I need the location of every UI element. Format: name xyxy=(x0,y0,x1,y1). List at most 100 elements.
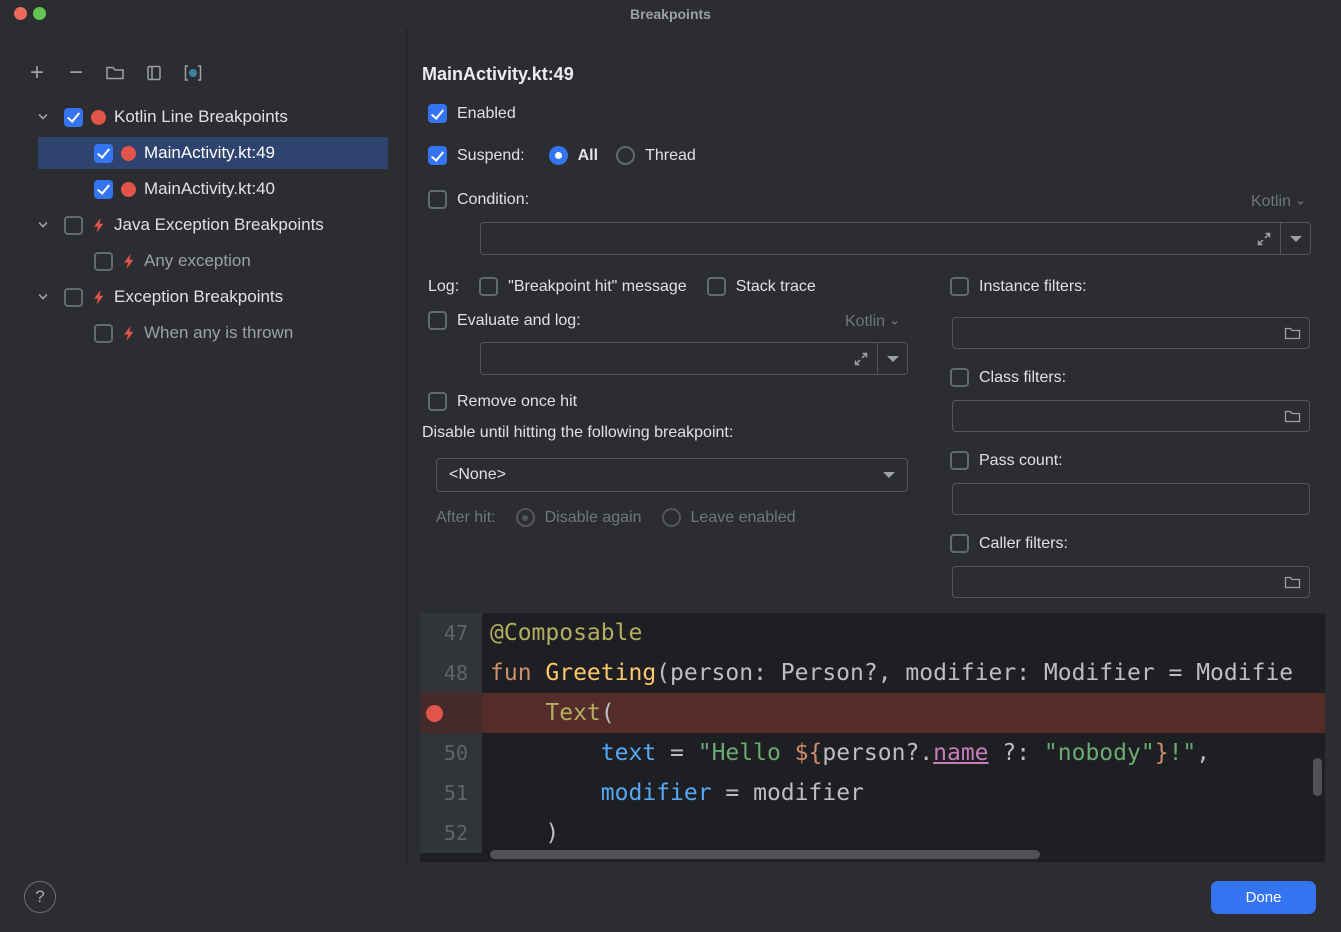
gutter-line-number[interactable]: 52 xyxy=(420,813,482,853)
checkbox[interactable] xyxy=(94,180,113,199)
pass-count-checkbox[interactable] xyxy=(950,451,969,470)
instance-filters-input[interactable] xyxy=(953,318,1284,348)
remove-once-hit-checkbox[interactable] xyxy=(428,392,447,411)
code-line: 51 modifier = modifier xyxy=(420,773,1325,813)
evaluate-language-selector[interactable]: Kotlin xyxy=(845,313,899,331)
folder-icon[interactable] xyxy=(1284,575,1301,590)
caller-filters-input[interactable] xyxy=(953,567,1284,597)
code-line-text: modifier = modifier xyxy=(482,773,864,813)
tree-group-exception-breakpoints[interactable]: Exception Breakpoints xyxy=(0,279,406,315)
evaluate-row: Evaluate and log: xyxy=(428,311,581,330)
disable-until-label: Disable until hitting the following brea… xyxy=(422,424,733,442)
caller-filters-label: Caller filters: xyxy=(979,535,1068,553)
folder-icon[interactable] xyxy=(1284,409,1301,424)
checkbox[interactable] xyxy=(64,216,83,235)
tree-item-label: When any is thrown xyxy=(144,323,293,343)
checkbox[interactable] xyxy=(64,108,83,127)
tree-item-when-any-is-thrown[interactable]: When any is thrown xyxy=(0,315,406,351)
group-by-class-button[interactable] xyxy=(182,62,204,84)
disable-again-label: Disable again xyxy=(545,509,642,527)
done-button[interactable]: Done xyxy=(1211,881,1316,914)
breakpoints-tree: Kotlin Line Breakpoints MainActivity.kt:… xyxy=(0,99,406,351)
disable-again-radio[interactable] xyxy=(516,508,535,527)
pass-count-field xyxy=(952,483,1310,515)
class-filters-checkbox[interactable] xyxy=(950,368,969,387)
caller-filters-checkbox[interactable] xyxy=(950,534,969,553)
code-preview-editor: 47@Composable48fun Greeting(person: Pers… xyxy=(420,613,1325,862)
tree-item-label: Java Exception Breakpoints xyxy=(114,215,324,235)
instance-filters-checkbox[interactable] xyxy=(950,277,969,296)
tree-group-kotlin-line-breakpoints[interactable]: Kotlin Line Breakpoints xyxy=(0,99,406,135)
gutter-line-number[interactable]: 47 xyxy=(420,613,482,653)
condition-checkbox[interactable] xyxy=(428,190,447,209)
suspend-thread-label: Thread xyxy=(645,147,696,165)
exception-bolt-icon xyxy=(121,253,136,270)
log-message-checkbox[interactable] xyxy=(479,277,498,296)
enabled-row: Enabled xyxy=(428,104,516,123)
group-by-file-button[interactable] xyxy=(104,62,126,84)
checkbox[interactable] xyxy=(94,324,113,343)
gutter-line-number[interactable]: 51 xyxy=(420,773,482,813)
pass-count-input[interactable] xyxy=(953,484,1309,514)
expand-icon[interactable] xyxy=(853,351,869,367)
exception-bolt-icon xyxy=(91,217,106,234)
chevron-down-icon[interactable] xyxy=(36,218,50,232)
suspend-all-label: All xyxy=(578,147,598,165)
tree-item-mainactivity-40[interactable]: MainActivity.kt:40 xyxy=(0,171,406,207)
suspend-all-radio[interactable] xyxy=(549,146,568,165)
breakpoint-dot-icon xyxy=(121,146,136,161)
stack-trace-label: Stack trace xyxy=(736,278,816,296)
condition-field xyxy=(481,223,1280,254)
evaluate-history-dropdown-button[interactable] xyxy=(877,343,907,374)
gutter-line-number[interactable] xyxy=(420,693,482,733)
leave-enabled-radio[interactable] xyxy=(662,508,681,527)
folder-icon[interactable] xyxy=(1284,326,1301,341)
disable-until-dropdown[interactable]: <None> xyxy=(436,458,908,492)
caller-filters-row: Caller filters: xyxy=(950,534,1068,553)
horizontal-scrollbar[interactable] xyxy=(490,850,1040,859)
log-message-label: "Breakpoint hit" message xyxy=(508,278,687,296)
add-breakpoint-button[interactable]: + xyxy=(26,62,48,84)
gutter-line-number[interactable]: 48 xyxy=(420,653,482,693)
stack-trace-checkbox[interactable] xyxy=(707,277,726,296)
evaluate-field-combo xyxy=(480,342,908,375)
tree-item-label: Any exception xyxy=(144,251,251,271)
checkbox[interactable] xyxy=(94,144,113,163)
suspend-checkbox[interactable] xyxy=(428,146,447,165)
group-by-package-button[interactable] xyxy=(143,62,165,84)
vertical-scrollbar[interactable] xyxy=(1313,758,1322,796)
class-filters-label: Class filters: xyxy=(979,369,1066,387)
chevron-down-icon[interactable] xyxy=(36,290,50,304)
disable-until-value: <None> xyxy=(449,466,506,484)
evaluate-label: Evaluate and log: xyxy=(457,312,581,330)
code-line: 52 ) xyxy=(420,813,1325,853)
enabled-checkbox[interactable] xyxy=(428,104,447,123)
gutter-line-number[interactable]: 50 xyxy=(420,733,482,773)
condition-input[interactable] xyxy=(481,223,1280,254)
breakpoint-dot-icon[interactable] xyxy=(426,705,443,722)
log-row: Log: "Breakpoint hit" message Stack trac… xyxy=(428,277,816,296)
evaluate-input[interactable] xyxy=(481,343,877,374)
tree-item-mainactivity-49[interactable]: MainActivity.kt:49 xyxy=(0,135,406,171)
checkbox[interactable] xyxy=(64,288,83,307)
remove-breakpoint-button[interactable]: − xyxy=(65,62,87,84)
checkbox[interactable] xyxy=(94,252,113,271)
breakpoint-dot-icon xyxy=(121,182,136,197)
class-filters-row: Class filters: xyxy=(950,368,1066,387)
exception-bolt-icon xyxy=(91,289,106,306)
condition-field-combo xyxy=(480,222,1311,255)
evaluate-checkbox[interactable] xyxy=(428,311,447,330)
tree-item-label: Exception Breakpoints xyxy=(114,287,283,307)
code-line-text: Text( xyxy=(482,693,615,733)
suspend-thread-radio[interactable] xyxy=(616,146,635,165)
chevron-down-icon[interactable] xyxy=(36,110,50,124)
expand-icon[interactable] xyxy=(1256,231,1272,247)
condition-language-selector[interactable]: Kotlin xyxy=(1251,193,1305,211)
class-filters-input[interactable] xyxy=(953,401,1284,431)
condition-history-dropdown-button[interactable] xyxy=(1280,223,1310,254)
condition-label: Condition: xyxy=(457,191,529,209)
tree-item-any-exception[interactable]: Any exception xyxy=(0,243,406,279)
tree-group-java-exception-breakpoints[interactable]: Java Exception Breakpoints xyxy=(0,207,406,243)
after-hit-row: After hit: Disable again Leave enabled xyxy=(436,508,796,527)
help-button[interactable]: ? xyxy=(24,881,56,913)
